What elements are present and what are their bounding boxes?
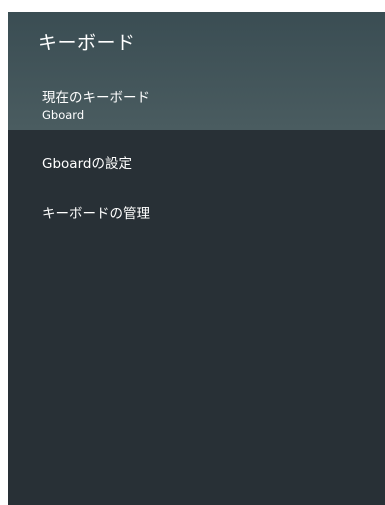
current-keyboard-value: Gboard [42, 108, 85, 122]
settings-panel: キーボード 現在のキーボード Gboard Gboardの設定 キーボードの管理 [8, 12, 385, 505]
current-keyboard-item[interactable]: 現在のキーボード Gboard [8, 74, 385, 130]
manage-keyboards-label: キーボードの管理 [42, 206, 150, 222]
gboard-settings-label: Gboardの設定 [42, 156, 132, 172]
page-title: キーボード [38, 32, 136, 54]
gboard-settings-item[interactable]: Gboardの設定 [8, 144, 385, 178]
current-keyboard-label: 現在のキーボード [42, 90, 150, 106]
manage-keyboards-item[interactable]: キーボードの管理 [8, 194, 385, 228]
